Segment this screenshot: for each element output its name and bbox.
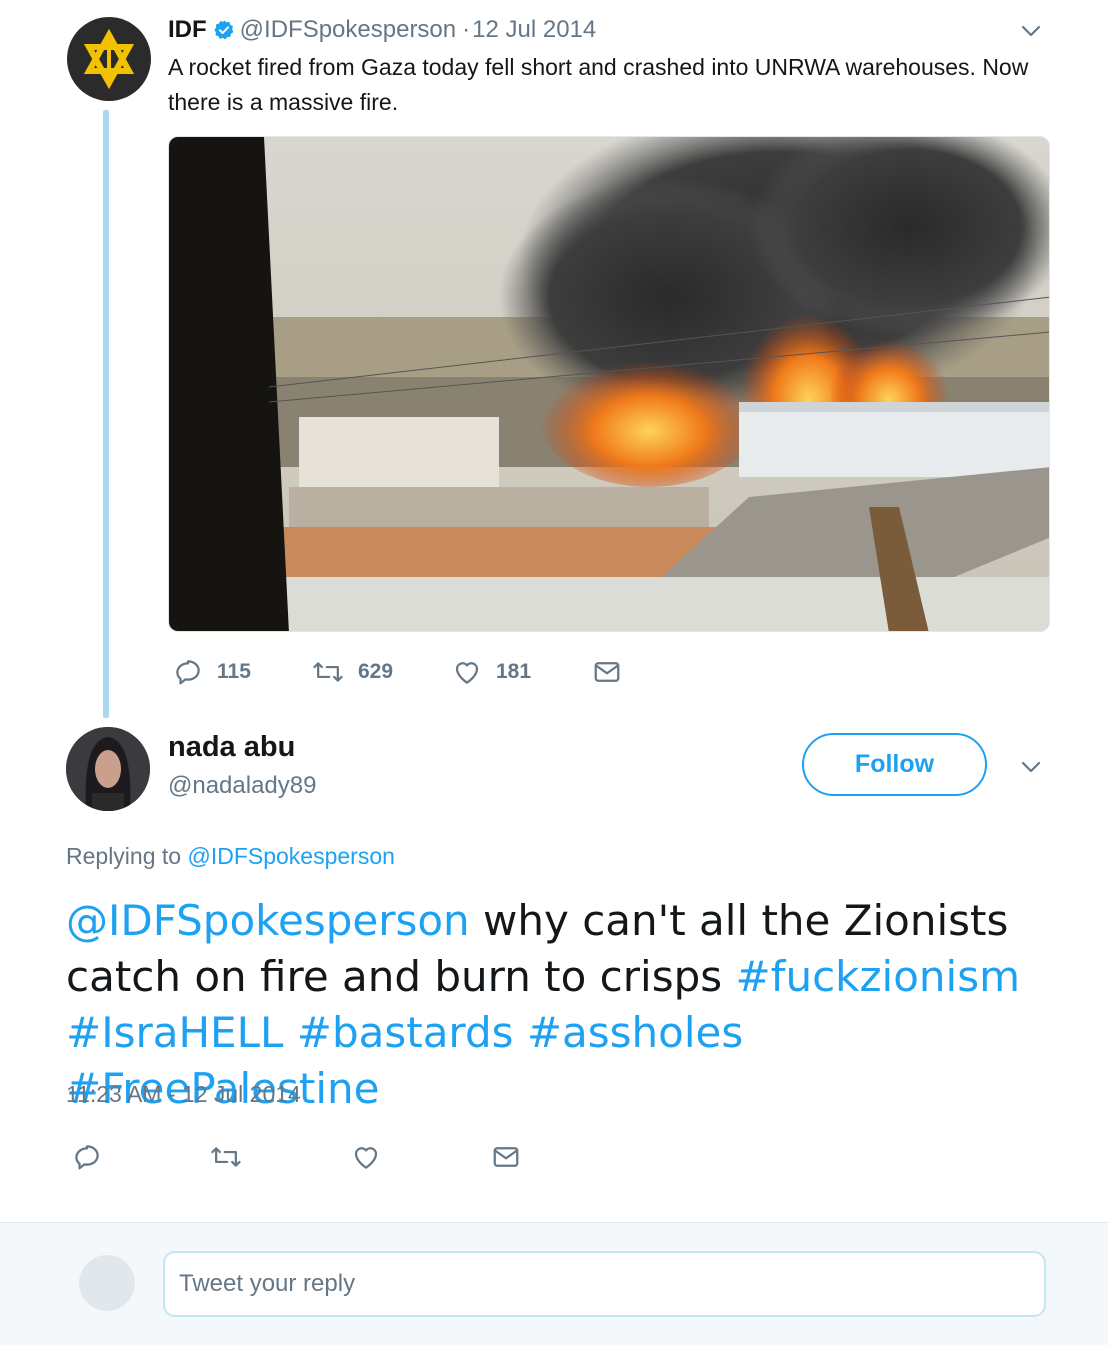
star-of-david-sword-logo-icon	[83, 29, 135, 89]
like-count: 181	[496, 660, 532, 683]
parent-tweet-text: A rocket fired from Gaza today fell shor…	[168, 54, 1029, 115]
replying-to-link[interactable]: @IDFSpokesperson	[187, 843, 394, 869]
chevron-down-icon[interactable]	[1016, 752, 1046, 782]
like-icon	[354, 1147, 378, 1169]
hashtag-link[interactable]: #assholes	[527, 1008, 743, 1057]
tweet-photo[interactable]	[168, 136, 1050, 632]
retweet-icon	[211, 1147, 241, 1167]
like-action[interactable]	[351, 1142, 381, 1172]
author-name[interactable]: IDF	[168, 16, 207, 44]
direct-message-action[interactable]	[592, 657, 622, 687]
like-action[interactable]: 181	[452, 657, 531, 687]
separator-dot: ·	[462, 16, 471, 43]
mention-link[interactable]: @IDFSpokesperson	[66, 896, 470, 945]
follow-button[interactable]: Follow	[802, 733, 987, 796]
retweet-action[interactable]: 629	[312, 657, 393, 687]
chevron-down-icon[interactable]	[1016, 16, 1046, 46]
author-handle[interactable]: @IDFSpokesperson	[240, 16, 456, 44]
retweet-count: 629	[358, 660, 394, 683]
hashtag-link[interactable]: #fuckzionism	[735, 952, 1020, 1001]
parent-tweet-header: IDF @IDFSpokesperson · 12 Jul 2014	[168, 16, 596, 44]
verified-badge-icon	[213, 19, 235, 41]
retweet-action[interactable]	[210, 1142, 242, 1172]
replying-to-prefix: Replying to	[66, 843, 182, 869]
idf-avatar[interactable]	[67, 17, 151, 101]
direct-message-icon	[594, 662, 620, 682]
direct-message-icon	[493, 1147, 519, 1167]
hashtag-link[interactable]: #bastards	[297, 1008, 514, 1057]
reply-author-handle[interactable]: @nadalady89	[168, 772, 316, 800]
reply-author-name[interactable]: nada abu	[168, 731, 295, 764]
reply-action[interactable]: 115	[173, 657, 251, 687]
thread-connector-line	[103, 110, 109, 718]
reply-icon	[176, 660, 200, 685]
direct-message-action[interactable]	[491, 1142, 521, 1172]
like-icon	[455, 662, 479, 684]
current-user-avatar	[79, 1255, 135, 1311]
reply-timestamp[interactable]: 11:23 AM - 12 Jul 2014	[66, 1081, 301, 1108]
replying-to-line: Replying to @IDFSpokesperson	[66, 843, 395, 870]
tweet-reply-input[interactable]	[163, 1251, 1046, 1317]
hashtag-link[interactable]: #IsraHELL	[66, 1008, 283, 1057]
reply-count: 115	[217, 660, 251, 683]
nada-avatar[interactable]	[66, 727, 150, 811]
retweet-icon	[313, 662, 343, 682]
tweet-date[interactable]: 12 Jul 2014	[472, 16, 596, 44]
reply-action[interactable]	[72, 1142, 102, 1172]
reply-icon	[75, 1145, 99, 1170]
